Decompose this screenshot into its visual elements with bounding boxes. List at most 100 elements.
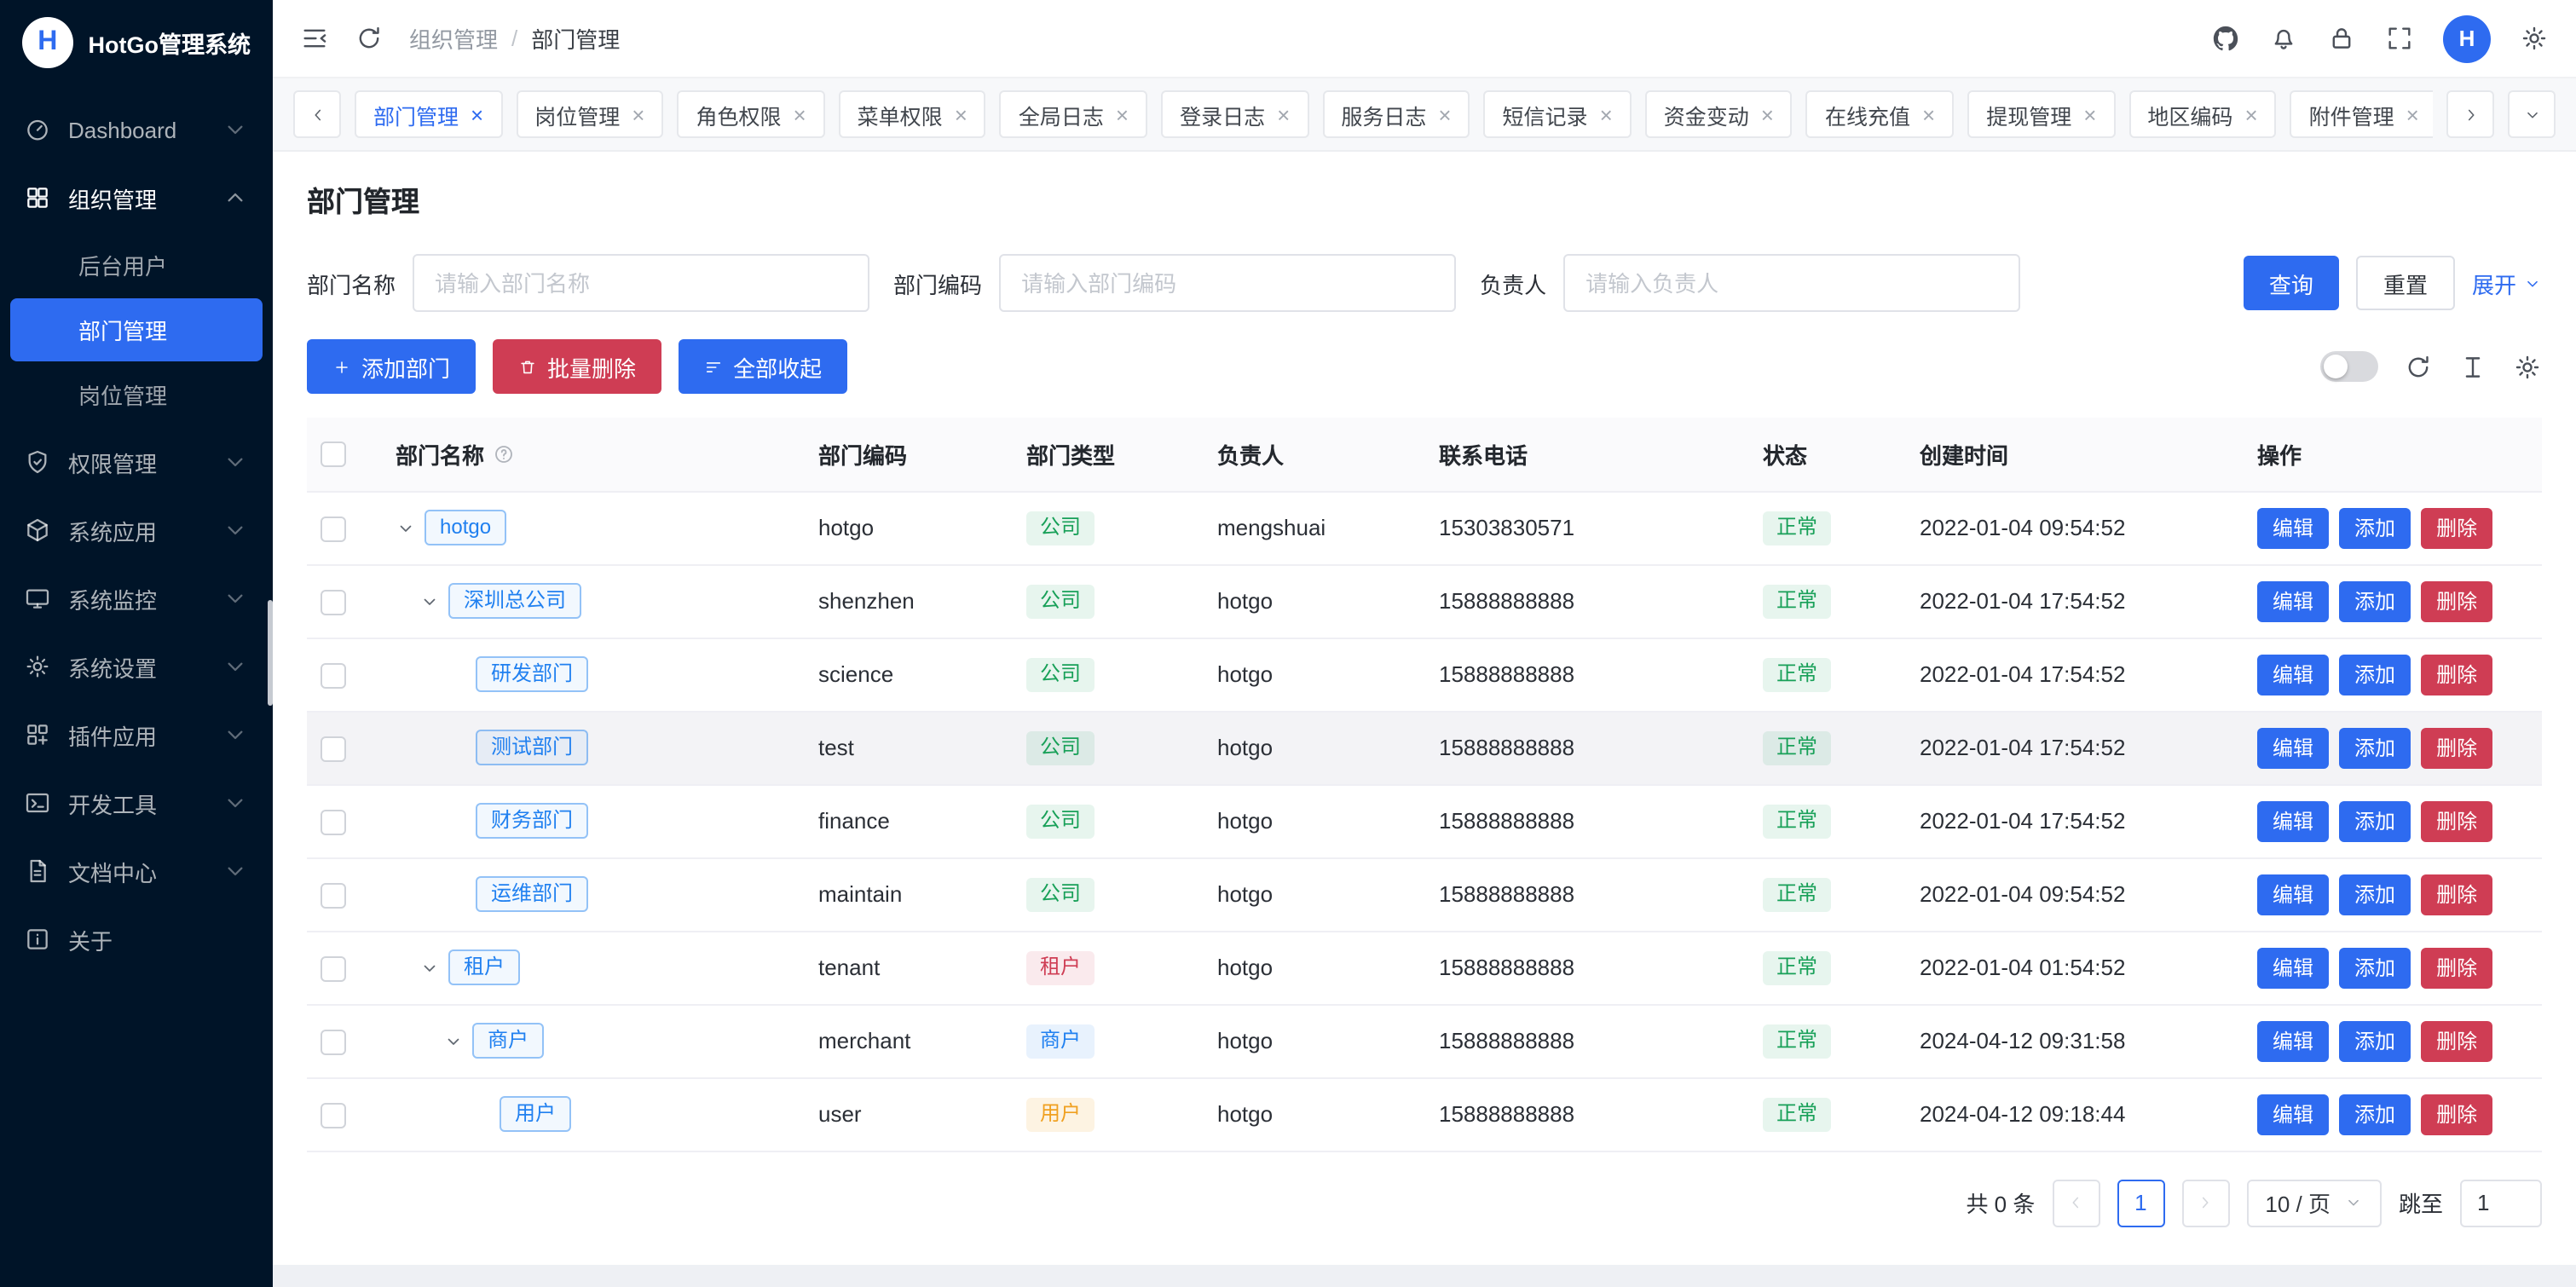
chevron-down-icon[interactable] xyxy=(396,517,416,538)
tab-close-icon[interactable]: × xyxy=(1277,103,1290,125)
row-checkbox[interactable] xyxy=(321,516,346,541)
batch-delete-button[interactable]: 批量删除 xyxy=(493,339,661,394)
delete-button[interactable]: 删除 xyxy=(2421,1094,2492,1134)
edit-button[interactable]: 编辑 xyxy=(2257,580,2329,621)
tab-close-icon[interactable]: × xyxy=(1600,103,1613,125)
tab-close-icon[interactable]: × xyxy=(2406,103,2419,125)
github-icon[interactable] xyxy=(2211,24,2240,53)
page-1-button[interactable]: 1 xyxy=(2117,1179,2164,1226)
sidebar-item-plugin-app[interactable]: 插件应用 xyxy=(0,701,273,769)
line-height-icon[interactable] xyxy=(2458,352,2487,381)
row-checkbox[interactable] xyxy=(321,589,346,615)
notification-bell-icon[interactable] xyxy=(2269,24,2298,53)
tab-close-icon[interactable]: × xyxy=(955,103,967,125)
delete-button[interactable]: 删除 xyxy=(2421,1020,2492,1061)
chevron-down-icon[interactable] xyxy=(443,1030,464,1051)
tab-credits-log[interactable]: 资金变动× xyxy=(1645,90,1793,138)
prev-page-button[interactable] xyxy=(2052,1179,2099,1226)
add-button[interactable]: 添加 xyxy=(2339,1020,2411,1061)
tab-close-icon[interactable]: × xyxy=(632,103,644,125)
layout-settings-icon[interactable] xyxy=(2520,24,2549,53)
lock-screen-icon[interactable] xyxy=(2327,24,2356,53)
table-refresh-icon[interactable] xyxy=(2404,352,2433,381)
edit-button[interactable]: 编辑 xyxy=(2257,1020,2329,1061)
tab-global-log[interactable]: 全局日志× xyxy=(1000,90,1147,138)
reset-button[interactable]: 重置 xyxy=(2356,256,2455,310)
delete-button[interactable]: 删除 xyxy=(2421,800,2492,841)
tab-login-log[interactable]: 登录日志× xyxy=(1161,90,1308,138)
sidebar-item-doc-center[interactable]: 文档中心 xyxy=(0,837,273,905)
sidebar-item-system-setting[interactable]: 系统设置 xyxy=(0,632,273,701)
select-all-checkbox[interactable] xyxy=(321,442,346,468)
add-button[interactable]: 添加 xyxy=(2339,874,2411,915)
add-button[interactable]: 添加 xyxy=(2339,947,2411,988)
tab-close-icon[interactable]: × xyxy=(1116,103,1129,125)
row-checkbox[interactable] xyxy=(321,809,346,834)
edit-button[interactable]: 编辑 xyxy=(2257,727,2329,768)
query-button[interactable]: 查询 xyxy=(2244,256,2339,310)
tabs-menu-button[interactable] xyxy=(2508,90,2556,138)
chevron-down-icon[interactable] xyxy=(419,957,440,978)
toggle-switch[interactable] xyxy=(2320,351,2378,382)
tab-close-icon[interactable]: × xyxy=(793,103,806,125)
sidebar-scrollbar-thumb[interactable] xyxy=(268,600,273,706)
tab-serve-log[interactable]: 服务日志× xyxy=(1322,90,1470,138)
edit-button[interactable]: 编辑 xyxy=(2257,1094,2329,1134)
sidebar-item-permission[interactable]: 权限管理 xyxy=(0,428,273,496)
tab-close-icon[interactable]: × xyxy=(471,103,483,125)
row-checkbox[interactable] xyxy=(321,662,346,688)
tab-close-icon[interactable]: × xyxy=(1761,103,1774,125)
sidebar-item-organization[interactable]: 组织管理 xyxy=(0,164,273,232)
dept-name-tag[interactable]: 用户 xyxy=(500,1096,571,1132)
tab-dept[interactable]: 部门管理× xyxy=(355,90,502,138)
row-checkbox[interactable] xyxy=(321,1029,346,1054)
tab-close-icon[interactable]: × xyxy=(1922,103,1935,125)
row-checkbox[interactable] xyxy=(321,955,346,981)
edit-button[interactable]: 编辑 xyxy=(2257,874,2329,915)
edit-button[interactable]: 编辑 xyxy=(2257,800,2329,841)
tabs-scroll-left-button[interactable] xyxy=(293,90,341,138)
delete-button[interactable]: 删除 xyxy=(2421,580,2492,621)
search-input-dept-name[interactable] xyxy=(413,254,869,312)
tab-attachment[interactable]: 附件管理× xyxy=(2290,90,2433,138)
table-settings-icon[interactable] xyxy=(2513,352,2542,381)
dept-name-tag[interactable]: 测试部门 xyxy=(476,730,588,765)
delete-button[interactable]: 删除 xyxy=(2421,654,2492,695)
tab-close-icon[interactable]: × xyxy=(2083,103,2096,125)
add-button[interactable]: 添加 xyxy=(2339,800,2411,841)
jump-page-input[interactable] xyxy=(2460,1179,2542,1226)
tab-cash[interactable]: 提现管理× xyxy=(1967,90,2115,138)
sidebar-subitem-dept-manage[interactable]: 部门管理 xyxy=(10,298,263,361)
search-input-leader[interactable] xyxy=(1563,254,2020,312)
tab-close-icon[interactable]: × xyxy=(1438,103,1451,125)
delete-button[interactable]: 删除 xyxy=(2421,727,2492,768)
page-size-select[interactable]: 10 / 页 xyxy=(2246,1179,2382,1226)
sidebar-item-dashboard[interactable]: Dashboard xyxy=(0,95,273,164)
dept-name-tag[interactable]: hotgo xyxy=(425,510,506,545)
row-checkbox[interactable] xyxy=(321,882,346,908)
tab-sms-log[interactable]: 短信记录× xyxy=(1484,90,1632,138)
row-checkbox[interactable] xyxy=(321,1102,346,1128)
collapse-all-button[interactable]: 全部收起 xyxy=(679,339,847,394)
tabs-scroll-right-button[interactable] xyxy=(2446,90,2494,138)
sidebar-item-system-monitor[interactable]: 系统监控 xyxy=(0,564,273,632)
app-logo[interactable]: H HotGo管理系统 xyxy=(0,0,273,85)
add-button[interactable]: 添加 xyxy=(2339,727,2411,768)
dept-name-tag[interactable]: 深圳总公司 xyxy=(448,583,581,619)
tab-recharge[interactable]: 在线充值× xyxy=(1806,90,1954,138)
edit-button[interactable]: 编辑 xyxy=(2257,947,2329,988)
edit-button[interactable]: 编辑 xyxy=(2257,654,2329,695)
dept-name-tag[interactable]: 商户 xyxy=(472,1023,544,1059)
dept-name-tag[interactable]: 研发部门 xyxy=(476,656,588,692)
breadcrumb-item-current[interactable]: 部门管理 xyxy=(531,22,620,55)
sidebar-subitem-backend-user[interactable]: 后台用户 xyxy=(10,234,263,297)
sidebar-collapse-icon[interactable] xyxy=(300,24,329,53)
expand-button[interactable]: 展开 xyxy=(2472,267,2542,299)
tab-menu-auth[interactable]: 菜单权限× xyxy=(839,90,986,138)
dept-name-tag[interactable]: 租户 xyxy=(448,949,520,985)
add-button[interactable]: 添加 xyxy=(2339,654,2411,695)
tab-post[interactable]: 岗位管理× xyxy=(516,90,663,138)
tab-cities[interactable]: 地区编码× xyxy=(2128,90,2276,138)
sidebar-item-about[interactable]: 关于 xyxy=(0,905,273,973)
delete-button[interactable]: 删除 xyxy=(2421,947,2492,988)
